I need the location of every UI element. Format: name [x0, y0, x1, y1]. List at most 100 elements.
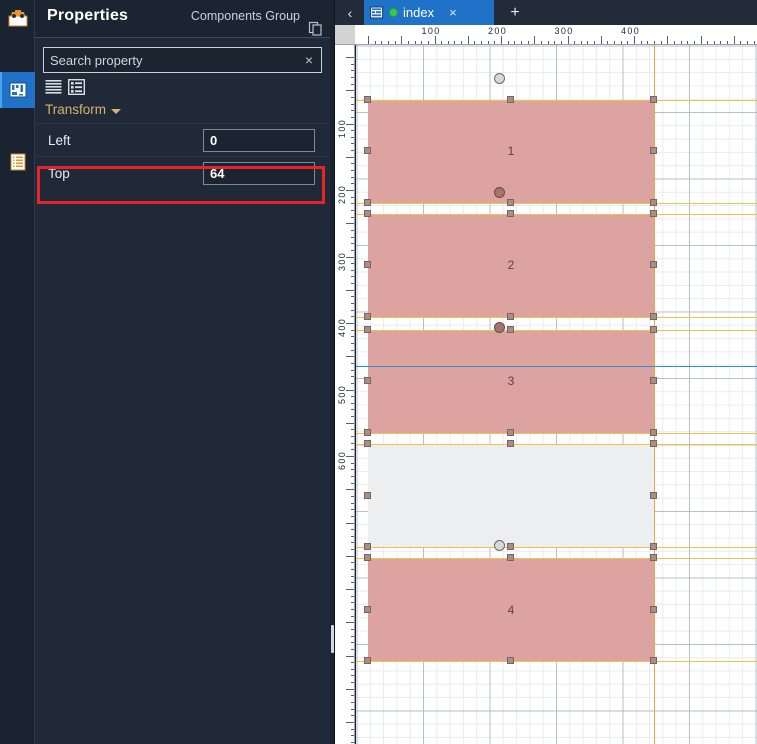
ruler-tick	[346, 688, 354, 690]
rotation-handle[interactable]	[494, 73, 505, 84]
resize-handle-e[interactable]	[649, 605, 657, 613]
grouped-view-icon[interactable]	[68, 79, 85, 95]
resize-handle-ne[interactable]	[649, 440, 657, 448]
ruler-tick	[351, 635, 354, 637]
guide-line-horizontal[interactable]	[356, 213, 757, 215]
rail-item-toolbox[interactable]	[0, 0, 35, 36]
property-value-top[interactable]: 64	[203, 161, 315, 185]
horizontal-ruler[interactable]: 100 200 300 400	[335, 25, 757, 45]
guide-line-horizontal[interactable]	[356, 202, 757, 204]
resize-handle-ne[interactable]	[649, 95, 657, 103]
resize-handle-sw[interactable]	[364, 428, 371, 436]
resize-handle-e[interactable]	[649, 491, 657, 499]
ruler-tick	[351, 482, 354, 484]
resize-handle-n[interactable]	[506, 95, 514, 103]
ruler-tick	[351, 309, 354, 311]
list-view-icon[interactable]	[45, 79, 62, 95]
ruler-tick	[346, 289, 354, 291]
resize-handle-s[interactable]	[506, 313, 514, 320]
ruler-tick	[351, 615, 354, 617]
search-input[interactable]	[44, 48, 297, 72]
resize-handle-sw[interactable]	[364, 657, 371, 665]
resize-handle-w[interactable]	[364, 377, 371, 385]
resize-handle-ne[interactable]	[649, 554, 657, 562]
guide-line-horizontal[interactable]	[356, 661, 757, 663]
ruler-tick	[351, 702, 354, 704]
property-row-top[interactable]: Top 64	[35, 156, 330, 189]
resize-handle-e[interactable]	[649, 377, 657, 385]
ruler-tick	[346, 156, 354, 158]
ruler-tick	[634, 36, 635, 44]
tab-scroll-left-icon[interactable]: ‹	[339, 0, 361, 25]
transform-group-header[interactable]: Transform	[35, 95, 330, 123]
ruler-tick	[351, 329, 354, 331]
resize-handle-ne[interactable]	[649, 325, 657, 333]
rail-item-components[interactable]	[0, 72, 35, 108]
guide-line-blue[interactable]	[356, 366, 757, 368]
ruler-tick	[351, 303, 354, 305]
resize-handle-se[interactable]	[649, 428, 657, 436]
vertical-ruler[interactable]: 100 200 300 400 500 600	[335, 45, 355, 744]
search-box[interactable]: ×	[43, 47, 322, 73]
icon-rail	[0, 0, 35, 744]
copy-button[interactable]	[308, 21, 324, 36]
resize-handle-nw[interactable]	[364, 95, 371, 103]
resize-handle-se[interactable]	[649, 543, 657, 551]
copy-icon	[308, 21, 322, 36]
property-value-left[interactable]: 0	[203, 128, 315, 152]
canvas-shape[interactable]: 3	[368, 329, 654, 433]
resize-handle-w[interactable]	[364, 491, 371, 499]
guide-line-horizontal[interactable]	[356, 547, 757, 549]
resize-handle-e[interactable]	[649, 261, 657, 269]
resize-handle-n[interactable]	[506, 209, 514, 217]
resize-handle-w[interactable]	[364, 605, 371, 613]
ruler-label: 200	[488, 26, 508, 36]
design-canvas[interactable]: 1 2 3 4	[356, 45, 757, 744]
splitter-grip[interactable]	[331, 625, 334, 653]
resize-handle-nw[interactable]	[364, 325, 371, 333]
close-icon[interactable]: ×	[449, 5, 457, 20]
rail-item-outline[interactable]	[0, 144, 35, 180]
resize-handle-se[interactable]	[649, 657, 657, 665]
canvas-shape[interactable]: 1	[368, 99, 654, 203]
resize-handle-se[interactable]	[649, 198, 657, 206]
resize-handle-e[interactable]	[649, 147, 657, 155]
resize-handle-s[interactable]	[506, 543, 514, 551]
resize-handle-s[interactable]	[506, 657, 514, 665]
guide-line-horizontal[interactable]	[356, 329, 757, 331]
rotation-handle[interactable]	[494, 187, 505, 198]
rotation-handle[interactable]	[494, 540, 505, 551]
resize-handle-n[interactable]	[506, 325, 514, 333]
tab-index[interactable]: index ×	[364, 0, 494, 25]
guide-line-horizontal[interactable]	[356, 317, 757, 318]
resize-handle-n[interactable]	[506, 554, 514, 562]
resize-handle-nw[interactable]	[364, 209, 371, 217]
resize-handle-w[interactable]	[364, 147, 371, 155]
resize-handle-s[interactable]	[506, 198, 514, 206]
rotation-handle[interactable]	[494, 322, 505, 333]
canvas-shape[interactable]	[368, 444, 654, 548]
resize-handle-nw[interactable]	[364, 554, 371, 562]
guide-line-horizontal[interactable]	[356, 444, 757, 446]
resize-handle-sw[interactable]	[364, 313, 371, 320]
resize-handle-se[interactable]	[649, 313, 657, 320]
resize-handle-sw[interactable]	[364, 198, 371, 206]
resize-handle-s[interactable]	[506, 428, 514, 436]
ruler-tick	[346, 323, 354, 324]
resize-handle-ne[interactable]	[649, 209, 657, 217]
new-tab-button[interactable]: +	[503, 0, 527, 25]
resize-handle-w[interactable]	[364, 261, 371, 269]
guide-line-horizontal[interactable]	[356, 99, 757, 101]
ruler-tick	[351, 602, 354, 604]
ruler-tick	[351, 535, 354, 537]
guide-line-horizontal[interactable]	[356, 432, 757, 434]
resize-handle-nw[interactable]	[364, 440, 371, 448]
guide-line-horizontal[interactable]	[356, 558, 757, 560]
property-row-left[interactable]: Left 0	[35, 123, 330, 156]
ruler-tick	[567, 36, 569, 44]
clear-search-icon[interactable]: ×	[297, 52, 321, 68]
canvas-shape[interactable]: 2	[368, 213, 654, 317]
resize-handle-n[interactable]	[506, 440, 514, 448]
resize-handle-sw[interactable]	[364, 543, 371, 551]
canvas-shape[interactable]: 4	[368, 558, 654, 662]
